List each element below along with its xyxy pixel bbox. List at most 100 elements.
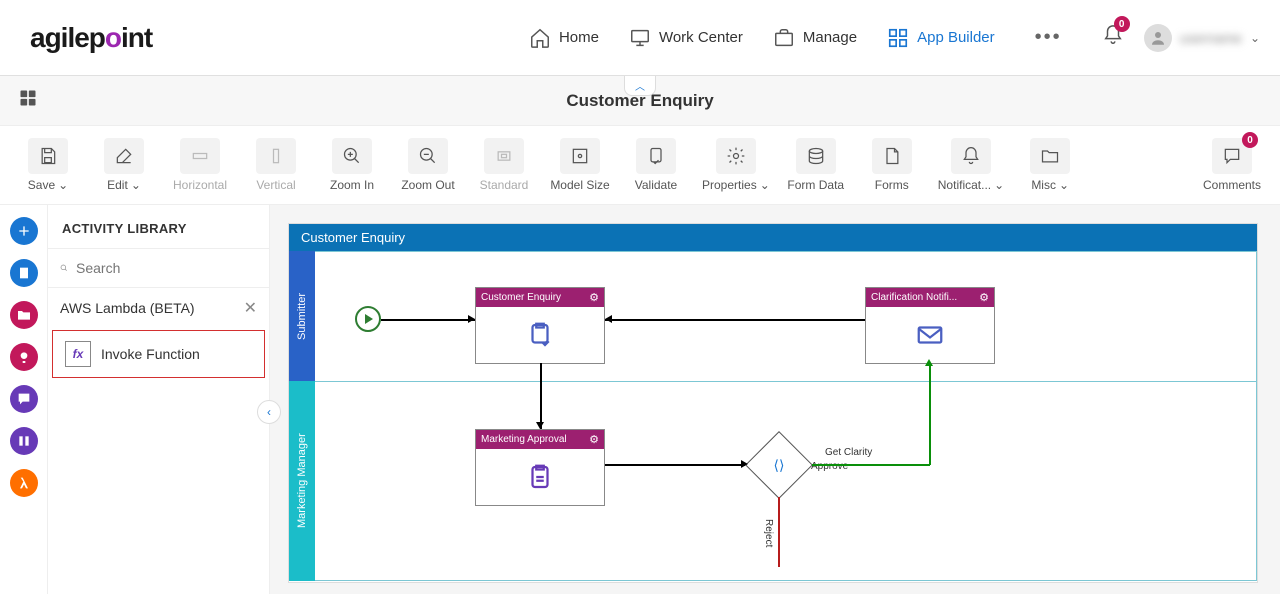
formdata-button[interactable]: Form Data [786,138,846,192]
rail-folder[interactable] [10,301,38,329]
start-event[interactable] [355,306,381,332]
horizontal-button[interactable]: Horizontal [170,138,230,192]
save-icon [38,146,58,166]
vertical-button[interactable]: Vertical [246,138,306,192]
arrowhead-icon [741,460,748,468]
edit-button[interactable]: Edit ⌄ [94,138,154,192]
main-area: ACTIVITY LIBRARY AWS Lambda (BETA) ✕ fx … [0,205,1280,594]
lane-marketing[interactable]: Marketing Manager [289,381,315,581]
nav-workcenter-label: Work Center [659,29,743,46]
lane-area: Customer Enquiry⚙ Clarification Notifi..… [315,251,1257,581]
gear-icon[interactable]: ⚙ [979,291,989,304]
gear-icon [726,146,746,166]
edge-line [929,363,931,465]
task-marketing-approval[interactable]: Marketing Approval⚙ [475,429,605,506]
close-icon[interactable]: ✕ [244,298,257,318]
edge-line [812,464,930,466]
edge-line [605,464,745,466]
save-button[interactable]: Save ⌄ [18,138,78,192]
rail-present[interactable] [10,343,38,371]
edge-approve: Approve [811,461,848,472]
chat-icon [16,391,32,407]
mail-icon [915,320,945,350]
gear-icon[interactable]: ⚙ [589,291,599,304]
zoomin-button[interactable]: Zoom In [322,138,382,192]
monitor-icon [629,27,651,49]
standard-icon [494,146,514,166]
collapse-header-button[interactable]: ︿ [624,76,656,96]
nav-workcenter[interactable]: Work Center [629,27,743,49]
horizontal-icon [190,146,210,166]
chevron-down-icon: ⌄ [760,178,770,192]
apps-grid-icon[interactable] [18,88,38,113]
gear-icon[interactable]: ⚙ [589,433,599,446]
edge-line [540,363,542,429]
toolbar: Save ⌄ Edit ⌄ Horizontal Vertical Zoom I… [0,126,1280,205]
category-row: AWS Lambda (BETA) ✕ [48,288,269,328]
edge-get-clarity: Get Clarity [825,447,872,458]
main-nav: Home Work Center Manage App Builder ••• [529,26,1062,49]
zoomout-icon [418,146,438,166]
activity-label: Invoke Function [101,346,200,362]
properties-button[interactable]: Properties ⌄ [702,138,770,192]
nav-manage[interactable]: Manage [773,27,857,49]
username-label: username [1180,30,1242,46]
arrowhead-icon [925,359,933,366]
lane-labels: Submitter Marketing Manager [289,251,315,581]
notifications-button[interactable]: 0 [1102,24,1124,51]
form-icon [525,320,555,350]
lane-submitter[interactable]: Submitter [289,251,315,381]
rail-lambda[interactable] [10,469,38,497]
arrowhead-icon [536,422,544,429]
rail-clipboard[interactable] [10,259,38,287]
user-menu[interactable]: username ⌄ [1144,24,1260,52]
comments-button[interactable]: 0 Comments [1202,138,1262,192]
panel-collapse-button[interactable]: ‹ [257,400,281,424]
columns-icon [16,433,32,449]
decision-gateway[interactable]: ⟨⟩ [745,431,813,499]
rail-columns[interactable] [10,427,38,455]
misc-button[interactable]: Misc ⌄ [1020,138,1080,192]
modelsize-icon [570,146,590,166]
search-icon [60,259,68,277]
add-button[interactable] [10,217,38,245]
nav-more[interactable]: ••• [1035,26,1062,49]
nav-home[interactable]: Home [529,27,599,49]
modelsize-button[interactable]: Model Size [550,138,610,192]
arrowhead-icon [605,315,612,323]
database-icon [806,146,826,166]
search-input[interactable] [76,260,257,276]
task-clarification[interactable]: Clarification Notifi...⚙ [865,287,995,364]
side-rail [0,205,48,594]
header-right: 0 username ⌄ [1102,24,1260,52]
standard-button[interactable]: Standard [474,138,534,192]
logo: agilepoint [30,22,152,54]
clipboard-icon [525,462,555,492]
lambda-icon [16,475,32,491]
canvas-wrap: Customer Enquiry Submitter Marketing Man… [270,205,1280,594]
edge-reject: Reject [763,519,774,547]
lane-divider [315,381,1257,382]
category-label: AWS Lambda (BETA) [60,300,195,316]
nav-home-label: Home [559,29,599,46]
folder-icon [1040,146,1060,166]
function-icon: fx [65,341,91,367]
task-customer-enquiry[interactable]: Customer Enquiry⚙ [475,287,605,364]
arrowhead-icon [468,315,475,323]
clipboard-icon [16,265,32,281]
zoomin-icon [342,146,362,166]
validate-icon [646,146,666,166]
activity-library-panel: ACTIVITY LIBRARY AWS Lambda (BETA) ✕ fx … [48,205,270,594]
edge-line [778,497,780,567]
zoomout-button[interactable]: Zoom Out [398,138,458,192]
forms-button[interactable]: Forms [862,138,922,192]
gateway-icon: ⟨⟩ [774,457,785,474]
notifications-tool-button[interactable]: Notificat... ⌄ [938,138,1004,192]
validate-button[interactable]: Validate [626,138,686,192]
home-icon [529,27,551,49]
process-canvas[interactable]: Customer Enquiry Submitter Marketing Man… [288,223,1258,583]
notification-badge: 0 [1114,16,1130,32]
rail-chat[interactable] [10,385,38,413]
nav-appbuilder[interactable]: App Builder [887,27,995,49]
activity-invoke-function[interactable]: fx Invoke Function [52,330,265,378]
